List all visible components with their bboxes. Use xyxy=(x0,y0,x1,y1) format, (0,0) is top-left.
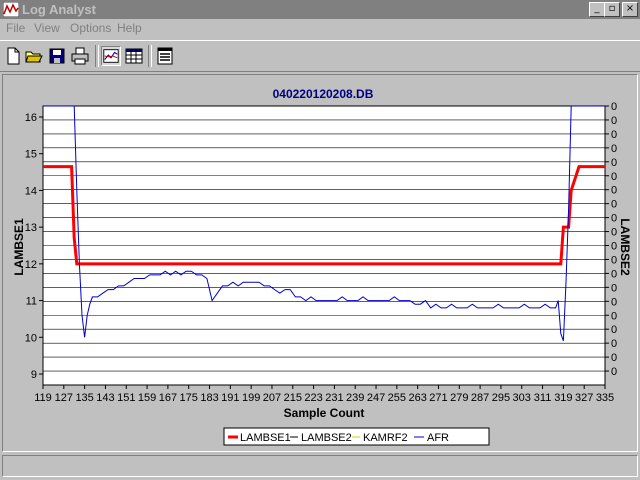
x-tick-label: 207 xyxy=(263,392,281,404)
y2-tick-label: 0 xyxy=(611,143,617,155)
x-tick-label: 247 xyxy=(367,392,385,404)
x-tick-label: 119 xyxy=(34,392,52,404)
menu-help[interactable]: Help xyxy=(117,21,142,35)
status-bar xyxy=(2,455,638,477)
app-icon xyxy=(3,2,19,17)
x-tick-label: 199 xyxy=(242,392,260,404)
legend-kamrf2: KAMRF2 xyxy=(363,432,408,444)
y-tick-label: 14 xyxy=(25,185,37,197)
y2-tick-label: 0 xyxy=(611,338,617,350)
save-disk-icon[interactable] xyxy=(47,46,67,66)
legend-lambse2: LAMBSE2 xyxy=(301,432,352,444)
x-tick-label: 223 xyxy=(304,392,322,404)
y-tick-label: 9 xyxy=(31,369,37,381)
toolbar-separator xyxy=(95,45,99,67)
y2-axis-label: LAMBSE2 xyxy=(618,218,632,276)
x-tick-label: 279 xyxy=(450,392,468,404)
x-tick-label: 239 xyxy=(346,392,364,404)
x-tick-label: 143 xyxy=(96,392,114,404)
chart: 040220120208.DB 910111213141516 00000000… xyxy=(3,75,637,451)
y2-tick-label: 0 xyxy=(611,171,617,183)
list-view-icon[interactable] xyxy=(155,46,175,66)
y-tick-label: 13 xyxy=(25,222,37,234)
y2-tick-label: 0 xyxy=(611,282,617,294)
x-tick-label: 151 xyxy=(117,392,135,404)
y2-tick-label: 0 xyxy=(611,254,617,266)
x-tick-label: 167 xyxy=(159,392,177,404)
toolbar-separator xyxy=(148,45,152,67)
y2-tick-label: 0 xyxy=(611,352,617,364)
y2-tick-label: 0 xyxy=(611,227,617,239)
minimize-button[interactable]: _ xyxy=(589,2,605,17)
y-tick-label: 15 xyxy=(25,149,37,161)
x-tick-label: 271 xyxy=(429,392,447,404)
y2-tick-label: 0 xyxy=(611,115,617,127)
y-tick-label: 11 xyxy=(26,296,37,308)
toolbar xyxy=(0,40,640,72)
y2-tick-label: 0 xyxy=(611,101,617,113)
y2-tick-label: 0 xyxy=(611,366,617,378)
chart-title: 040220120208.DB xyxy=(273,87,374,101)
y2-tick-label: 0 xyxy=(611,296,617,308)
x-tick-label: 311 xyxy=(534,392,552,404)
window-title: Log Analyst xyxy=(22,2,96,17)
y2-tick-label: 0 xyxy=(611,157,617,169)
x-tick-label: 159 xyxy=(138,392,156,404)
chart-view-icon[interactable] xyxy=(101,46,121,66)
x-axis-label: Sample Count xyxy=(284,406,365,420)
y2-tick-label: 0 xyxy=(611,185,617,197)
y-tick-label: 16 xyxy=(25,112,37,124)
y2-tick-label: 0 xyxy=(611,268,617,280)
x-tick-label: 191 xyxy=(221,392,239,404)
x-tick-label: 175 xyxy=(180,392,198,404)
x-tick-label: 303 xyxy=(513,392,531,404)
menu-bar: File View Options Help xyxy=(0,19,640,37)
chart-pane: 040220120208.DB 9 10 11 12 13 14 15 16 00000000… xyxy=(2,74,638,452)
legend: LAMBSE1 LAMBSE2 KAMRF2 AFR xyxy=(223,427,490,446)
menu-options[interactable]: Options xyxy=(70,21,111,35)
x-tick-label: 215 xyxy=(284,392,302,404)
y2-tick-label: 0 xyxy=(611,213,617,225)
x-tick-label: 135 xyxy=(75,392,93,404)
x-tick-label: 287 xyxy=(471,392,489,404)
y-tick-label: 10 xyxy=(25,332,37,344)
close-button[interactable]: × xyxy=(622,2,638,17)
table-view-icon[interactable] xyxy=(124,46,144,66)
y2-tick-label: 0 xyxy=(611,129,617,141)
new-file-icon[interactable] xyxy=(3,46,23,66)
x-tick-label: 127 xyxy=(55,392,73,404)
title-bar: Log Analyst _ ▫ × xyxy=(0,0,640,19)
menu-view[interactable]: View xyxy=(34,21,60,35)
open-folder-icon[interactable] xyxy=(24,46,44,66)
x-tick-label: 263 xyxy=(408,392,426,404)
y2-tick-label: 0 xyxy=(611,310,617,322)
x-tick-label: 327 xyxy=(575,392,593,404)
y2-tick-label: 0 xyxy=(611,241,617,253)
y2-tick-label: 0 xyxy=(611,324,617,336)
x-tick-label: 295 xyxy=(492,392,510,404)
legend-afr: AFR xyxy=(427,432,449,444)
x-tick-label: 319 xyxy=(554,392,572,404)
menu-file[interactable]: File xyxy=(6,21,25,35)
x-tick-label: 231 xyxy=(325,392,343,404)
x-tick-label: 183 xyxy=(200,392,218,404)
legend-lambse1: LAMBSE1 xyxy=(240,432,291,444)
print-icon[interactable] xyxy=(70,46,90,66)
restore-button[interactable]: ▫ xyxy=(604,2,620,17)
y2-tick-label: 0 xyxy=(611,199,617,211)
y-axis-label: LAMBSE1 xyxy=(12,218,26,276)
y-tick-label: 12 xyxy=(25,259,37,271)
x-tick-label: 255 xyxy=(388,392,406,404)
x-tick-label: 335 xyxy=(596,392,614,404)
